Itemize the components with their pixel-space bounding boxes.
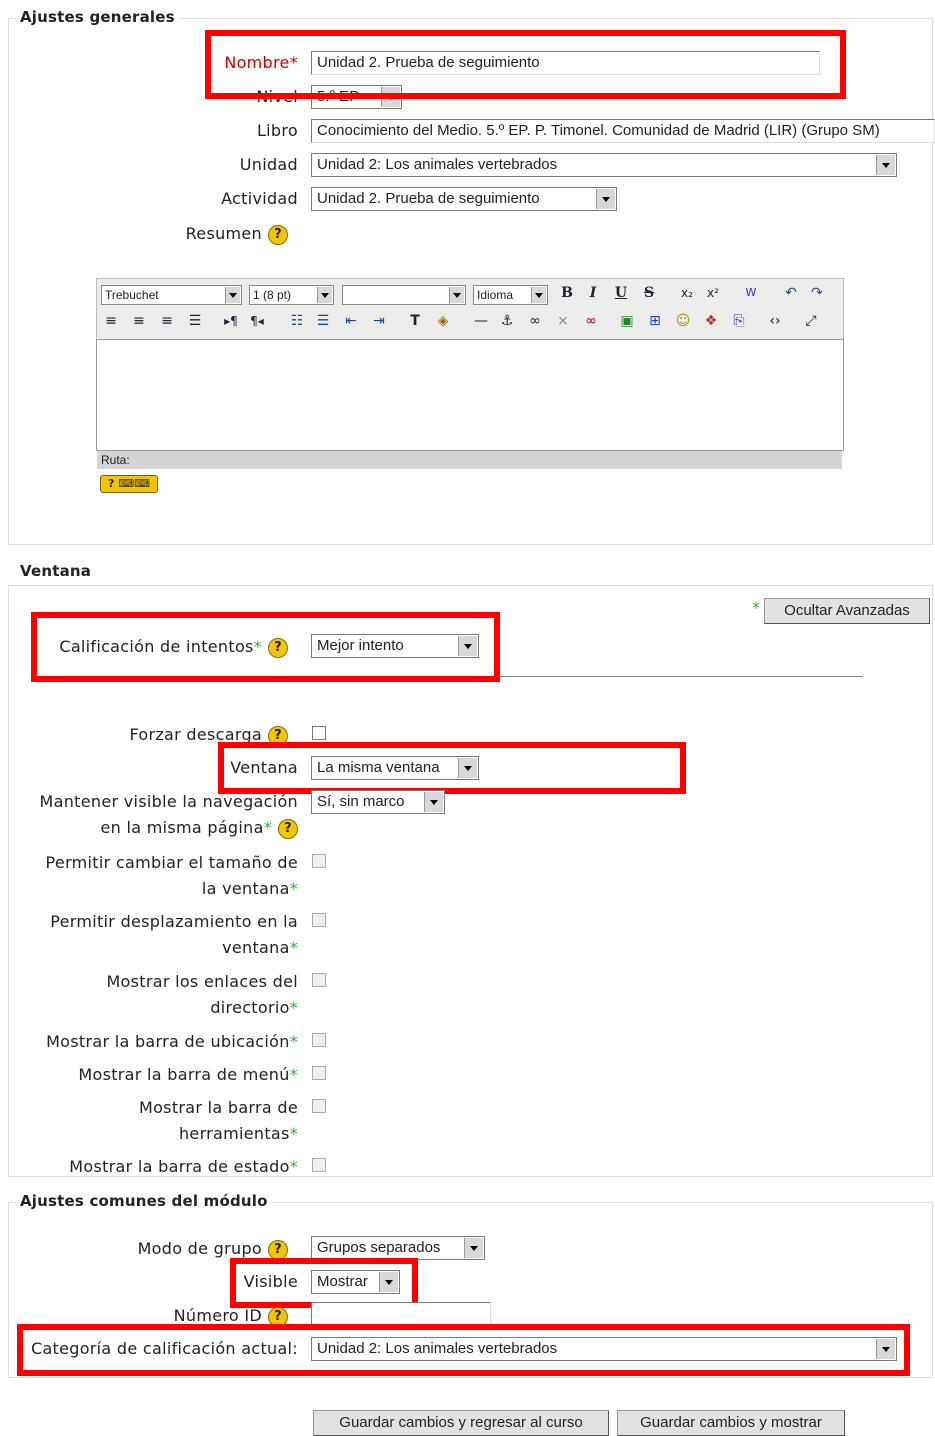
help-icon[interactable]: ? bbox=[268, 1239, 288, 1260]
language-select[interactable]: Idioma bbox=[473, 285, 548, 305]
cambiar-checkbox[interactable] bbox=[312, 854, 326, 868]
outdent-icon[interactable]: ⇤ bbox=[340, 310, 362, 332]
divider bbox=[500, 676, 863, 677]
ordered-list-icon[interactable]: ☷ bbox=[286, 310, 308, 332]
chevron-down-icon bbox=[449, 287, 464, 303]
align-right-icon[interactable]: ≡ bbox=[156, 310, 178, 332]
unidad-select[interactable]: Unidad 2: Los animales vertebrados bbox=[311, 153, 897, 177]
mantener-label: Mantener visible la navegación en la mis… bbox=[39, 792, 298, 839]
help-icon[interactable]: ? bbox=[268, 224, 288, 245]
font-select[interactable]: Trebuchet bbox=[101, 285, 242, 305]
redo-icon[interactable]: ↷ bbox=[806, 282, 828, 304]
enlaces-label: Mostrar los enlaces del directorio* bbox=[106, 972, 298, 1017]
highlight-categoria bbox=[17, 1324, 910, 1376]
unidad-label: Unidad bbox=[239, 155, 298, 174]
actividad-label: Actividad bbox=[221, 189, 298, 208]
herramientas-label: Mostrar la barra de herramientas* bbox=[138, 1098, 298, 1143]
save-show-button[interactable]: Guardar cambios y mostrar bbox=[617, 1410, 845, 1436]
ubicacion-checkbox[interactable] bbox=[312, 1033, 326, 1047]
chevron-down-icon bbox=[596, 189, 615, 209]
chevron-down-icon bbox=[225, 287, 240, 303]
background-color-icon[interactable]: ◈ bbox=[432, 310, 454, 332]
actividad-select[interactable]: Unidad 2. Prueba de seguimiento bbox=[311, 187, 617, 211]
insert-image-icon[interactable]: ▣ bbox=[616, 310, 638, 332]
ubicacion-label: Mostrar la barra de ubicación* bbox=[46, 1032, 298, 1051]
text-color-icon[interactable]: T bbox=[404, 310, 426, 332]
estado-checkbox[interactable] bbox=[312, 1158, 326, 1172]
comunes-legend: Ajustes comunes del módulo bbox=[16, 1192, 272, 1210]
anchor-icon[interactable]: ⚓ bbox=[496, 310, 518, 332]
unlink-icon[interactable]: ⨯ bbox=[552, 310, 574, 332]
smiley-icon[interactable]: ☺ bbox=[672, 310, 694, 332]
chevron-down-icon bbox=[424, 792, 443, 812]
libro-field[interactable]: Conocimiento del Medio. 5.º EP. P. Timon… bbox=[311, 119, 935, 143]
align-center-icon[interactable]: ≡ bbox=[128, 310, 150, 332]
underline-icon[interactable]: U bbox=[610, 282, 632, 304]
html-source-icon[interactable]: ‹› bbox=[764, 310, 786, 332]
nolink-icon[interactable]: ∞ bbox=[580, 310, 602, 332]
highlight-calificacion bbox=[31, 612, 500, 682]
enlaces-checkbox[interactable] bbox=[312, 973, 326, 987]
chevron-down-icon bbox=[464, 1238, 483, 1258]
mantener-select[interactable]: Sí, sin marco bbox=[311, 790, 445, 814]
bold-icon[interactable]: B bbox=[556, 282, 578, 304]
paste-word-icon[interactable]: W bbox=[740, 282, 762, 304]
chevron-down-icon bbox=[317, 287, 332, 303]
subscript-icon[interactable]: x₂ bbox=[676, 282, 698, 304]
format-select[interactable] bbox=[342, 285, 466, 305]
numero-input[interactable] bbox=[311, 1302, 491, 1326]
search-replace-icon[interactable]: ⎘ bbox=[728, 310, 750, 332]
special-char-icon[interactable]: ❖ bbox=[700, 310, 722, 332]
libro-label: Libro bbox=[256, 121, 298, 140]
resumen-label: Resumen? bbox=[100, 221, 288, 247]
help-icon[interactable]: ? bbox=[278, 818, 298, 839]
required-marker: * bbox=[752, 598, 760, 617]
save-return-button[interactable]: Guardar cambios y regresar al curso bbox=[313, 1410, 609, 1436]
cambiar-label: Permitir cambiar el tamaño de la ventana… bbox=[45, 853, 298, 898]
indent-icon[interactable]: ⇥ bbox=[368, 310, 390, 332]
strikethrough-icon[interactable]: S bbox=[638, 282, 660, 304]
align-left-icon[interactable]: ≡ bbox=[100, 310, 122, 332]
italic-icon[interactable]: I bbox=[582, 282, 604, 304]
estado-label: Mostrar la barra de estado* bbox=[69, 1157, 298, 1176]
rtl-icon[interactable]: ¶◂ bbox=[246, 310, 268, 332]
size-select[interactable]: 1 (8 pt) bbox=[249, 285, 334, 305]
justify-icon[interactable]: ☰ bbox=[184, 310, 206, 332]
grupo-select[interactable]: Grupos separados bbox=[311, 1236, 485, 1260]
menu-label: Mostrar la barra de menú* bbox=[78, 1065, 298, 1084]
resumen-editor[interactable] bbox=[96, 339, 844, 451]
desplaz-label: Permitir desplazamiento en la ventana* bbox=[50, 912, 298, 957]
ltr-icon[interactable]: ▸¶ bbox=[220, 310, 242, 332]
desplaz-checkbox[interactable] bbox=[312, 913, 326, 927]
highlight-visible bbox=[230, 1258, 418, 1308]
forzar-checkbox[interactable] bbox=[312, 726, 326, 740]
horizontal-rule-icon[interactable]: — bbox=[470, 310, 492, 332]
insert-table-icon[interactable]: ⊞ bbox=[644, 310, 666, 332]
editor-path: Ruta: bbox=[97, 451, 842, 469]
help-keyboard-icon[interactable]: ? ⌨⌨ bbox=[100, 475, 158, 493]
superscript-icon[interactable]: x² bbox=[702, 282, 724, 304]
highlight-ventana bbox=[218, 742, 686, 794]
link-icon[interactable]: ∞ bbox=[524, 310, 546, 332]
ventana-legend: Ventana bbox=[16, 562, 96, 580]
menu-checkbox[interactable] bbox=[312, 1066, 326, 1080]
toggle-advanced-button[interactable]: Ocultar Avanzadas bbox=[764, 598, 930, 624]
chevron-down-icon bbox=[531, 287, 546, 303]
chevron-down-icon bbox=[876, 155, 895, 175]
highlight-nombre bbox=[205, 30, 846, 99]
general-legend: Ajustes generales bbox=[16, 8, 179, 26]
fullscreen-icon[interactable]: ⤢ bbox=[800, 310, 822, 332]
herramientas-checkbox[interactable] bbox=[312, 1099, 326, 1113]
undo-icon[interactable]: ↶ bbox=[780, 282, 802, 304]
unordered-list-icon[interactable]: ☰ bbox=[312, 310, 334, 332]
